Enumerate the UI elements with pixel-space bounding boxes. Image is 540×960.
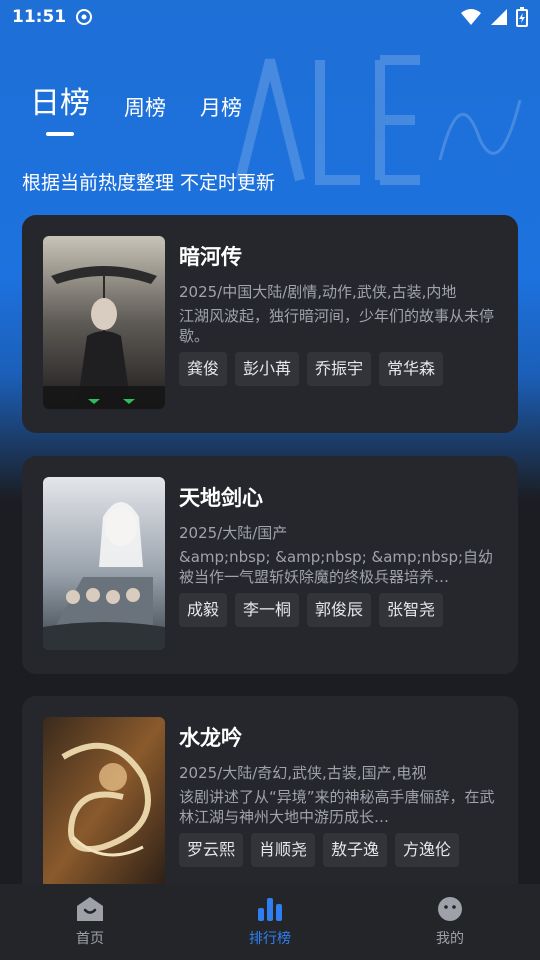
bar-chart-icon [258,898,282,921]
actor-tag[interactable]: 肖顺尧 [251,833,316,867]
actor-list: 罗云熙 肖顺尧 敖子逸 方逸伦 [179,833,460,867]
show-title[interactable]: 暗河传 [179,241,242,271]
show-title[interactable]: 天地剑心 [179,482,263,512]
nav-profile[interactable]: 我的 [390,896,510,948]
tab-weekly[interactable]: 周榜 [124,92,166,136]
show-card[interactable]: 天地剑心 2025/大陆/国产 &amp;nbsp; &amp;nbsp; &a… [22,456,518,674]
home-icon [77,897,103,921]
show-meta: 2025/大陆/国产 [179,524,288,542]
actor-tag[interactable]: 敖子逸 [323,833,388,867]
nav-home-label: 首页 [76,931,104,947]
ranking-tabs: 日榜 周榜 月榜 [30,78,242,136]
bottom-navigation: 首页 排行榜 我的 [0,884,540,960]
actor-tag[interactable]: 彭小苒 [235,352,300,386]
shield-icon [76,9,93,25]
show-description: 该剧讲述了从“异境”来的神秘高手唐俪辞，在武林江湖与神州大地中游历成长… [179,788,495,826]
show-description: 江湖风波起，独行暗河间，少年们的故事从未停歇。 [179,307,495,345]
nav-profile-label: 我的 [436,931,464,947]
actor-tag[interactable]: 龚俊 [179,352,228,386]
actor-tag[interactable]: 乔振宇 [307,352,372,386]
tab-daily[interactable]: 日榜 [30,78,90,136]
show-description: &amp;nbsp; &amp;nbsp; &amp;nbsp;自幼被当作一气盟… [179,548,494,586]
nav-ranking[interactable]: 排行榜 [210,896,330,948]
show-meta: 2025/大陆/奇幻,武侠,古装,国产,电视 [179,764,427,782]
actor-tag[interactable]: 方逸伦 [395,833,460,867]
status-bar: 11:51 [0,0,540,34]
profile-icon [438,897,462,921]
actor-tag[interactable]: 郭俊辰 [307,593,372,627]
show-poster[interactable] [43,236,165,409]
show-poster[interactable] [43,477,165,650]
cellular-signal-icon [491,9,507,25]
actor-tag[interactable]: 成毅 [179,593,228,627]
tab-monthly[interactable]: 月榜 [200,92,242,136]
nav-home[interactable]: 首页 [30,896,150,948]
wifi-icon [461,9,481,25]
actor-tag[interactable]: 罗云熙 [179,833,244,867]
actor-tag[interactable]: 张智尧 [379,593,444,627]
show-poster[interactable] [43,717,165,890]
status-time: 11:51 [12,7,67,27]
show-title[interactable]: 水龙吟 [179,722,242,752]
actor-list: 龚俊 彭小苒 乔振宇 常华森 [179,352,444,386]
show-card[interactable]: 暗河传 2025/中国大陆/剧情,动作,武侠,古装,内地 江湖风波起，独行暗河间… [22,215,518,433]
actor-list: 成毅 李一桐 郭俊辰 张智尧 [179,593,444,627]
show-meta: 2025/中国大陆/剧情,动作,武侠,古装,内地 [179,283,457,301]
show-card[interactable]: 水龙吟 2025/大陆/奇幻,武侠,古装,国产,电视 该剧讲述了从“异境”来的神… [22,696,518,914]
battery-charging-icon [516,7,528,27]
nav-ranking-label: 排行榜 [249,931,291,947]
actor-tag[interactable]: 李一桐 [235,593,300,627]
actor-tag[interactable]: 常华森 [379,352,444,386]
ranking-subtitle: 根据当前热度整理 不定时更新 [22,172,276,194]
